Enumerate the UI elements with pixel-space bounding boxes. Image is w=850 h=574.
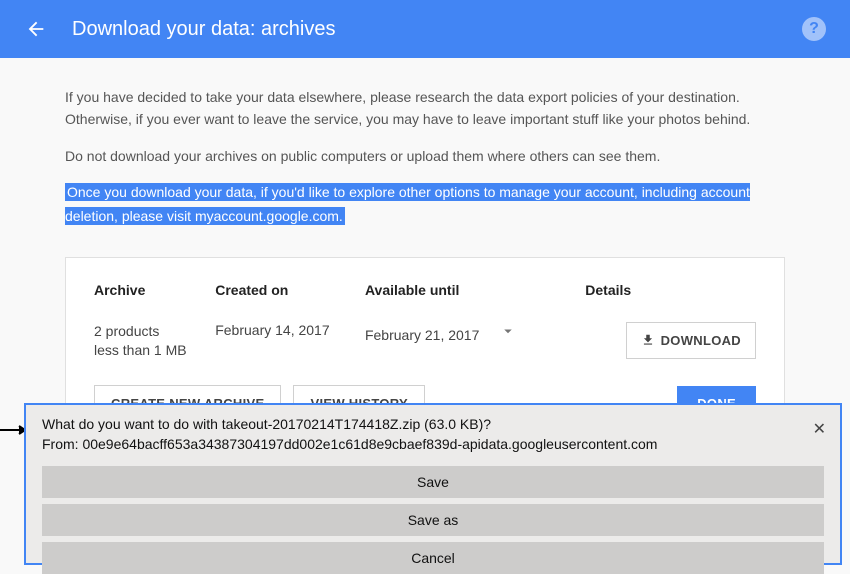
col-available: Available until xyxy=(365,282,585,322)
download-label: DOWNLOAD xyxy=(661,333,741,348)
dialog-message: What do you want to do with takeout-2017… xyxy=(42,415,824,454)
available-cell: February 21, 2017 xyxy=(365,322,585,385)
download-dialog: ✕ What do you want to do with takeout-20… xyxy=(24,403,842,565)
created-cell: February 14, 2017 xyxy=(215,322,365,385)
content-area: If you have decided to take your data el… xyxy=(65,58,785,447)
col-created: Created on xyxy=(215,282,365,322)
col-archive: Archive xyxy=(94,282,215,322)
download-button[interactable]: DOWNLOAD xyxy=(626,322,756,359)
page-title: Download your data: archives xyxy=(72,18,335,41)
back-arrow-icon[interactable] xyxy=(24,17,48,41)
help-icon[interactable]: ? xyxy=(802,17,826,41)
chevron-down-icon[interactable] xyxy=(483,322,533,343)
archives-table: Archive Created on Available until Detai… xyxy=(94,282,756,385)
app-bar: Download your data: archives ? xyxy=(0,0,850,58)
dialog-cancel-button[interactable]: Cancel xyxy=(42,542,824,574)
intro-paragraph-1: If you have decided to take your data el… xyxy=(65,86,755,131)
archive-line2: less than 1 MB xyxy=(94,341,215,361)
download-icon xyxy=(641,333,655,347)
dialog-line2: From: 00e9e64bacff653a34387304197dd002e1… xyxy=(42,435,824,455)
intro-text: If you have decided to take your data el… xyxy=(65,86,785,229)
archive-cell: 2 products less than 1 MB xyxy=(94,322,215,385)
dialog-line1: What do you want to do with takeout-2017… xyxy=(42,415,824,435)
intro-paragraph-2: Do not download your archives on public … xyxy=(65,145,755,167)
table-header-row: Archive Created on Available until Detai… xyxy=(94,282,756,322)
available-text: February 21, 2017 xyxy=(365,327,479,343)
table-row: 2 products less than 1 MB February 14, 2… xyxy=(94,322,756,385)
dialog-saveas-button[interactable]: Save as xyxy=(42,504,824,536)
annotation-arrow-icon xyxy=(0,422,27,432)
dialog-save-button[interactable]: Save xyxy=(42,466,824,498)
intro-paragraph-highlighted: Once you download your data, if you'd li… xyxy=(65,183,750,225)
close-icon[interactable]: ✕ xyxy=(813,419,826,439)
archive-line1: 2 products xyxy=(94,322,215,342)
col-details: Details xyxy=(585,282,756,322)
